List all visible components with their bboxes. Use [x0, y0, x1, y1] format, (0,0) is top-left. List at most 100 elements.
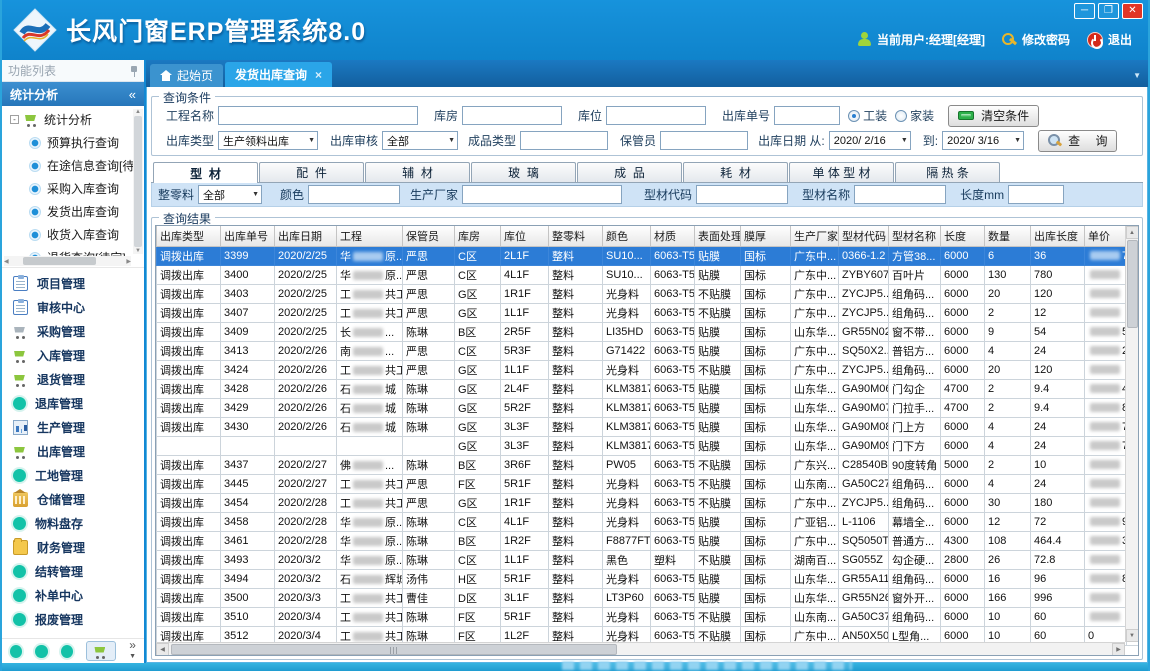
column-header[interactable]: 出库单号	[221, 226, 275, 246]
module-dot-icon[interactable]	[10, 645, 22, 658]
material-tab-8[interactable]: 隔 热 条	[895, 162, 1000, 182]
tree-vertical-scrollbar[interactable]: ▲ ▼	[133, 109, 143, 254]
out-type-select[interactable]: 生产领料出库▼	[218, 131, 318, 150]
table-row[interactable]: 调拨出库34292020/2/26石城陈琳G区5R2F整料KLM38176063…	[157, 398, 1140, 417]
table-row[interactable]: 调拨出库35002020/3/3工共工程曹佳D区3L1F整料LT3P606063…	[157, 588, 1140, 607]
sidebar-item-6[interactable]: 退库管理	[2, 391, 144, 415]
keeper-input[interactable]	[660, 131, 748, 150]
sidebar-item-2[interactable]: 审核中心	[2, 295, 144, 319]
tree-item[interactable]: 预算执行查询	[6, 131, 132, 154]
search-button[interactable]: 查 询	[1038, 130, 1117, 152]
scroll-down-icon[interactable]: ▼	[1126, 629, 1139, 642]
module-dot-icon[interactable]	[35, 645, 47, 658]
table-row[interactable]: 调拨出库34032020/2/25工共工程严思G区1R1F整料光身料6063-T…	[157, 284, 1140, 303]
scrollbar-thumb[interactable]	[134, 116, 142, 247]
tab-shipment-query[interactable]: 发货出库查询 ×	[225, 62, 332, 87]
sidebar-item-4[interactable]: 入库管理	[2, 343, 144, 367]
scroll-left-icon[interactable]: ◀	[156, 643, 169, 656]
column-header[interactable]: 库位	[501, 226, 549, 246]
sidebar-item-15[interactable]: 报废管理	[2, 607, 144, 631]
project-name-input[interactable]	[218, 106, 418, 125]
close-button[interactable]: ✕	[1122, 3, 1143, 19]
color-input[interactable]	[308, 185, 400, 204]
table-row[interactable]: 调拨出库34002020/2/25华原...严思C区4L1F整料SU10...6…	[157, 265, 1140, 284]
manufacturer-input[interactable]	[462, 185, 622, 204]
table-row[interactable]: 调拨出库34942020/3/2石辉城汤伟H区5R1F整料光身料6063-T5贴…	[157, 569, 1140, 588]
minimize-button[interactable]: ─	[1074, 3, 1095, 19]
tab-close-icon[interactable]: ×	[315, 68, 322, 82]
location-input[interactable]	[606, 106, 706, 125]
column-header[interactable]: 颜色	[603, 226, 651, 246]
table-row[interactable]: 调拨出库33992020/2/25华原...严思C区2L1F整料SU10...6…	[157, 246, 1140, 265]
column-header[interactable]: 材质	[651, 226, 695, 246]
maximize-button[interactable]: ❐	[1098, 3, 1119, 19]
tree-item[interactable]: 发货出库查询	[6, 200, 132, 223]
column-header[interactable]: 表面处理	[695, 226, 741, 246]
material-tab-1[interactable]: 型 材	[153, 162, 258, 183]
table-row[interactable]: 调拨出库34932020/3/2华原...陈琳C区1L1F整料黑色塑料不贴膜国标…	[157, 550, 1140, 569]
table-horizontal-scrollbar[interactable]: ◀ ▶	[156, 642, 1125, 655]
scroll-up-icon[interactable]: ▲	[135, 109, 141, 115]
column-header[interactable]: 库房	[455, 226, 501, 246]
order-no-input[interactable]	[774, 106, 840, 125]
table-vertical-scrollbar[interactable]: ▲ ▼	[1125, 226, 1138, 642]
collapse-icon[interactable]: «	[129, 87, 136, 102]
sidebar-item-8[interactable]: 出库管理	[2, 439, 144, 463]
tree-root-node[interactable]: - 统计分析	[6, 109, 132, 131]
date-to-picker[interactable]: 2020/ 3/16▼	[942, 131, 1024, 150]
column-header[interactable]: 出库长度	[1031, 226, 1085, 246]
column-header[interactable]: 工程	[337, 226, 403, 246]
whole-part-select[interactable]: 全部▼	[198, 185, 262, 204]
column-header[interactable]: 出库类型	[157, 226, 221, 246]
module-dot-icon[interactable]	[61, 645, 73, 658]
sidebar-item-11[interactable]: 物料盘存	[2, 511, 144, 535]
scroll-down-icon[interactable]: ▼	[135, 248, 141, 254]
scroll-right-icon[interactable]: ▶	[126, 258, 131, 265]
column-header[interactable]: 膜厚	[741, 226, 791, 246]
scroll-up-icon[interactable]: ▲	[1126, 226, 1139, 239]
sidebar-item-7[interactable]: 生产管理	[2, 415, 144, 439]
pin-icon[interactable]	[130, 65, 138, 77]
column-header[interactable]: 整零料	[549, 226, 603, 246]
column-header[interactable]: 生产厂家	[791, 226, 839, 246]
product-type-input[interactable]	[520, 131, 608, 150]
length-input[interactable]	[1008, 185, 1064, 204]
material-tab-5[interactable]: 成 品	[577, 162, 682, 182]
more-modules-button[interactable]: »▼	[129, 641, 136, 661]
material-tab-6[interactable]: 耗 材	[683, 162, 788, 182]
change-password-button[interactable]: 修改密码	[1002, 31, 1070, 48]
sidebar-item-13[interactable]: 结转管理	[2, 559, 144, 583]
scrollbar-thumb[interactable]	[23, 257, 97, 265]
audit-select[interactable]: 全部▼	[382, 131, 458, 150]
table-row[interactable]: 调拨出库34282020/2/26石城陈琳G区2L4F整料KLM38176063…	[157, 379, 1140, 398]
scroll-left-icon[interactable]: ◀	[4, 258, 9, 265]
table-row[interactable]: 调拨出库34242020/2/26工共工程严思G区1L1F整料光身料6063-T…	[157, 360, 1140, 379]
material-tab-4[interactable]: 玻 璃	[471, 162, 576, 182]
column-header[interactable]: 单价	[1085, 226, 1127, 246]
sidebar-item-14[interactable]: 补单中心	[2, 583, 144, 607]
profile-name-input[interactable]	[854, 185, 946, 204]
material-tab-7[interactable]: 单 体 型 材	[789, 162, 894, 182]
scroll-right-icon[interactable]: ▶	[1112, 643, 1125, 656]
table-row[interactable]: 调拨出库34542020/2/28工共工程严思G区1R1F整料光身料6063-T…	[157, 493, 1140, 512]
scrollbar-thumb[interactable]	[171, 644, 617, 655]
material-tab-2[interactable]: 配 件	[259, 162, 364, 182]
table-row[interactable]: 调拨出库34582020/2/28华原...陈琳C区4L1F整料光身料6063-…	[157, 512, 1140, 531]
table-row[interactable]: 调拨出库34072020/2/25工共工程严思G区1L1F整料光身料6063-T…	[157, 303, 1140, 322]
column-header[interactable]: 出库日期	[275, 226, 337, 246]
table-header-row[interactable]: 出库类型出库单号出库日期工程保管员库房库位整零料颜色材质表面处理膜厚生产厂家型材…	[157, 226, 1140, 246]
tab-overflow-icon[interactable]: ▼	[1133, 71, 1141, 80]
table-row[interactable]: 调拨出库34302020/2/26石城陈琳G区3L3F整料KLM38176063…	[157, 417, 1140, 436]
table-row[interactable]: 调拨出库35102020/3/4工共工程陈琳F区5R1F整料光身料6063-T5…	[157, 607, 1140, 626]
module-cart-button[interactable]	[86, 641, 116, 661]
profile-code-input[interactable]	[696, 185, 788, 204]
table-row[interactable]: 调拨出库34092020/2/25长...陈琳B区2R5F整料LI35HD606…	[157, 322, 1140, 341]
tree-item[interactable]: 采购入库查询	[6, 177, 132, 200]
sidebar-item-9[interactable]: 工地管理	[2, 463, 144, 487]
column-header[interactable]: 数量	[985, 226, 1031, 246]
table-row[interactable]: 调拨出库34372020/2/27佛...陈琳B区3R6F整料PW056063-…	[157, 455, 1140, 474]
tree-item[interactable]: 在途信息查询[待	[6, 154, 132, 177]
sidebar-item-3[interactable]: 采购管理	[2, 319, 144, 343]
column-header[interactable]: 保管员	[403, 226, 455, 246]
tab-home[interactable]: 起始页	[150, 64, 223, 87]
